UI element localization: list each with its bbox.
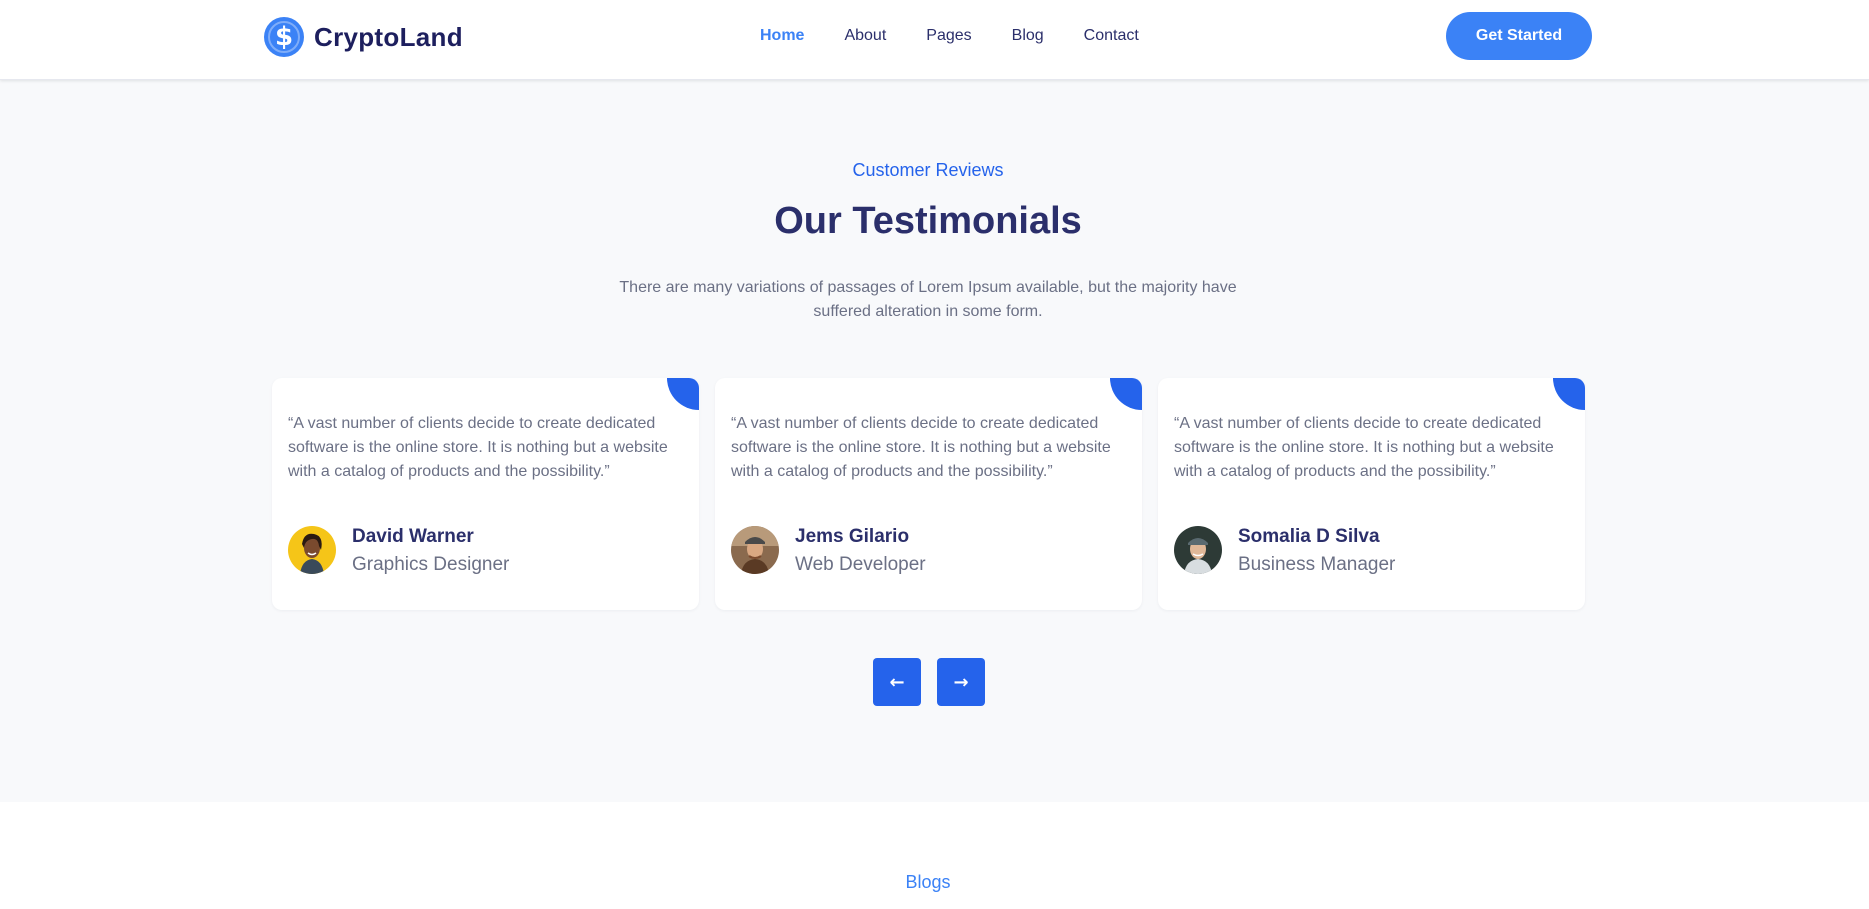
nav-item-about[interactable]: About (844, 26, 886, 46)
section-description: There are many variations of passages of… (619, 279, 1237, 320)
testimonial-card: “A vast number of clients decide to crea… (1158, 378, 1585, 610)
get-started-button[interactable]: Get Started (1446, 12, 1592, 60)
nav-item-contact[interactable]: Contact (1084, 26, 1139, 46)
testimonial-quote: “A vast number of clients decide to crea… (731, 415, 1111, 480)
avatar (288, 526, 336, 574)
testimonial-card: “A vast number of clients decide to crea… (272, 378, 699, 610)
section-title: Our Testimonials (774, 200, 1082, 242)
card-corner-accent (667, 378, 699, 410)
nav-item-blog[interactable]: Blog (1012, 26, 1044, 46)
testimonial-card: “A vast number of clients decide to crea… (715, 378, 1142, 610)
card-corner-accent (1553, 378, 1585, 410)
brand-name: CryptoLand (314, 21, 463, 52)
reviewer-name: David Warner (352, 526, 474, 547)
avatar (1174, 526, 1222, 574)
site-header: $ CryptoLand Home About Pages Blog Conta… (0, 0, 1869, 80)
section-eyebrow: Customer Reviews (852, 160, 1004, 180)
testimonial-quote: “A vast number of clients decide to crea… (288, 415, 668, 480)
nav-item-home[interactable]: Home (760, 26, 804, 46)
main-nav: Home About Pages Blog Contact (760, 26, 1179, 46)
dollar-coin-icon: $ (264, 17, 304, 57)
previous-button[interactable]: ← (873, 658, 921, 706)
arrow-right-icon: → (953, 671, 969, 693)
reviewer-name: Somalia D Silva (1238, 526, 1380, 547)
reviewer-role: Graphics Designer (352, 554, 510, 575)
brand-logo[interactable]: $ CryptoLand (264, 17, 463, 57)
reviewer-role: Business Manager (1238, 554, 1396, 575)
avatar (731, 526, 779, 574)
testimonial-quote: “A vast number of clients decide to crea… (1174, 415, 1554, 480)
blogs-eyebrow: Blogs (905, 872, 951, 892)
next-button[interactable]: → (937, 658, 985, 706)
card-corner-accent (1110, 378, 1142, 410)
blogs-section: Blogs (0, 802, 1869, 909)
arrow-left-icon: ← (889, 671, 905, 693)
reviewer-name: Jems Gilario (795, 526, 910, 547)
reviewer-role: Web Developer (795, 554, 926, 575)
nav-item-pages[interactable]: Pages (926, 26, 971, 46)
